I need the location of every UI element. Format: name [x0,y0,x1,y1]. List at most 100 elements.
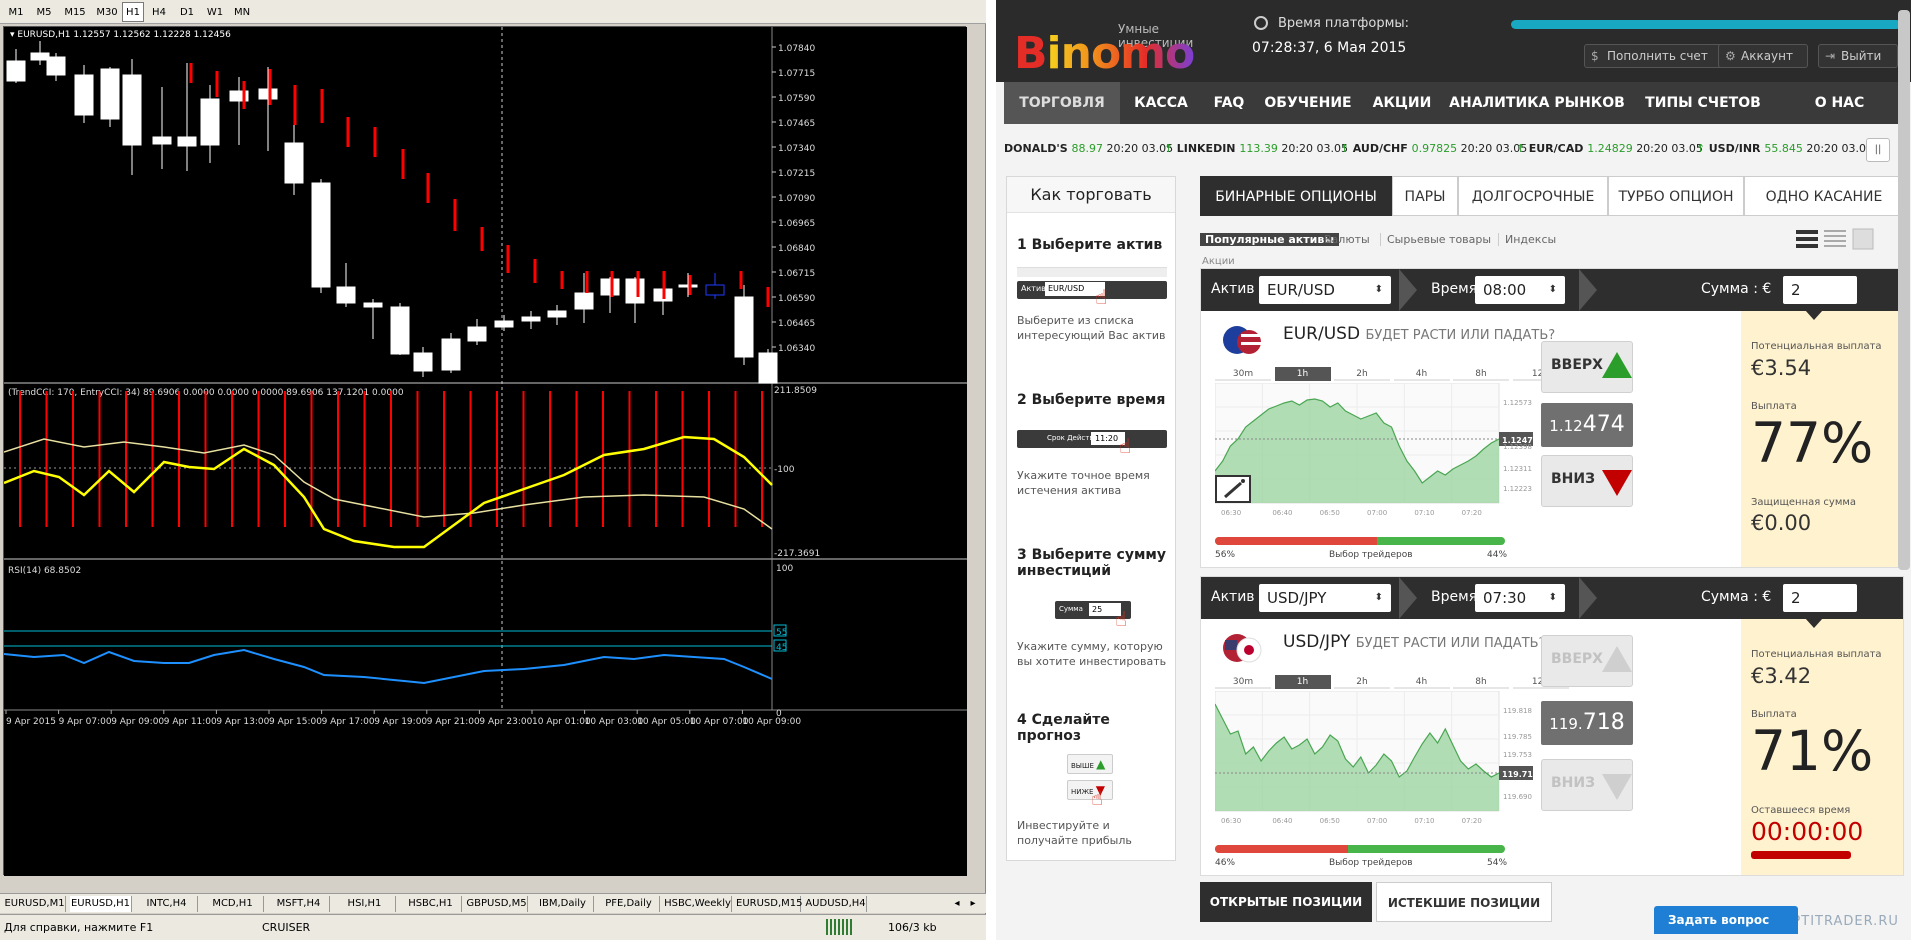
candle-body [311,182,331,288]
chart-tf-8h[interactable]: 8h [1453,675,1509,689]
category-commodities[interactable]: Сырьевые товары [1380,233,1491,246]
tab-long-term[interactable]: ДОЛГОСРОЧНЫЕ [1458,176,1608,216]
chart-tf-1h[interactable]: 1h [1274,367,1331,381]
category-popular[interactable]: Популярные активы [1200,233,1340,246]
symbol-tab[interactable]: HSBC,Weekly [664,896,732,912]
price-tick-label: 1.07840 [778,44,815,54]
chart-timeframes: 30m1h2h4h8h12h [1215,367,1571,381]
timeframe-w1[interactable]: W1 [204,2,226,22]
symbol-tab[interactable]: IBM,Daily [532,896,594,912]
timeframe-mn[interactable]: MN [230,2,254,22]
step-1-illustration: Актив EUR/USD ☝ [1017,261,1167,309]
symbol-tab[interactable]: AUDUSD,H4 [805,896,867,912]
pause-icon[interactable]: || [1866,138,1890,162]
timeframe-m1[interactable]: M1 [4,2,28,22]
tab-binary-options[interactable]: БИНАРНЫЕ ОПЦИОНЫ [1200,176,1392,216]
chart-tf-2h[interactable]: 2h [1334,367,1390,381]
down-button[interactable]: ВНИЗ [1541,455,1633,507]
price-main: 119. [1549,715,1583,733]
chart-tf-4h[interactable]: 4h [1393,367,1450,381]
price-tick-label: 1.07465 [778,119,815,129]
category-stocks[interactable]: Акции [1202,256,1235,267]
nav-education[interactable]: ОБУЧЕНИЕ [1256,82,1360,124]
nav-cashier[interactable]: КАССА [1120,82,1202,124]
tab-pairs[interactable]: ПАРЫ [1392,176,1458,216]
step-2-title: 2 Выберите время [1017,392,1166,408]
mini-x-tick: 07:00 [1367,509,1387,517]
tab-open-positions[interactable]: ОТКРЫТЫЕ ПОЗИЦИИ [1200,882,1372,922]
candle-body [258,88,278,100]
view-compact-icon[interactable] [1824,228,1846,250]
ask-question-button[interactable]: Задать вопрос [1654,906,1798,934]
logout-button[interactable]: ⇥ Выйти [1818,44,1898,68]
symbol-tab[interactable]: MCD,H1 [202,896,264,912]
nav-trading[interactable]: ТОРГОВЛЯ [1004,82,1120,124]
time-select[interactable]: 07:30 ⬍ [1475,584,1565,612]
mini-y-tick: 1.12311 [1503,465,1532,473]
price-chart-area[interactable]: 1.07840 1.07715 1.07590 1.07465 1.07340 1.072… [3,26,967,876]
nav-promotions[interactable]: АКЦИИ [1360,82,1444,124]
chart-tf-30m[interactable]: 30m [1215,675,1271,689]
sum-input[interactable]: 2 [1783,584,1857,612]
chart-tf-4h[interactable]: 4h [1393,675,1450,689]
status-profile: CRUISER [262,921,311,934]
candle-body [152,136,172,145]
timer-bar [1751,851,1851,859]
symbol-tab[interactable]: PFE,Daily [598,896,660,912]
chart-tf-30m[interactable]: 30m [1215,367,1271,381]
timeframe-h1[interactable]: H1 [122,2,144,22]
symbol-tab[interactable]: GBPUSD,M5 [466,896,528,912]
category-indices[interactable]: Индексы [1498,233,1556,246]
price-main: 1.12 [1549,417,1583,435]
asset-select[interactable]: USD/JPY ⬍ [1259,584,1391,612]
tab-turbo[interactable]: ТУРБО ОПЦИОН [1608,176,1744,216]
deposit-button[interactable]: $ Пополнить счет [1584,44,1726,68]
binomo-logo[interactable]: Умные инвестиции Binomo [1008,10,1195,79]
chart-timeframes: 30m1h2h4h8h12h [1215,675,1571,689]
chart-tf-2h[interactable]: 2h [1334,675,1390,689]
account-button[interactable]: ⚙ Аккаунт [1718,44,1808,68]
tab-scroll-left-icon[interactable]: ◂ [950,896,964,912]
magic-wand-icon[interactable] [1215,475,1251,503]
timeframe-m5[interactable]: M5 [32,2,56,22]
symbol-tab[interactable]: EURUSD,M1 [4,896,66,912]
symbol-tab[interactable]: EURUSD,M15 [736,896,802,912]
view-list-icon[interactable] [1796,228,1818,250]
nav-faq[interactable]: FAQ [1202,82,1256,124]
timeframe-m15[interactable]: M15 [60,2,90,22]
step-4-desc: Инвестируйте и получайте прибыль [1017,819,1132,847]
timeframe-m30[interactable]: M30 [92,2,122,22]
mt4-window: M1 M5 M15 M30 H1 H4 D1 W1 MN 1.07840 1.07… [0,0,986,940]
sum-input[interactable]: 2 [1783,276,1857,304]
panel-settings-bar: Актив : EUR/USD ⬍ Время: 08:00 ⬍ Сумма : €2 [1201,269,1903,311]
asset-select[interactable]: EUR/USD ⬍ [1259,276,1391,304]
chart-tf-1h[interactable]: 1h [1274,675,1331,689]
symbol-tab[interactable]: MSFT,H4 [268,896,330,912]
tab-expired-positions[interactable]: ИСТЕКШИЕ ПОЗИЦИИ [1376,882,1552,922]
nav-market-analytics[interactable]: АНАЛИТИКА РЫНКОВ [1444,82,1630,124]
pair-symbol: USD/JPY [1283,632,1356,652]
timeframe-d1[interactable]: D1 [176,2,198,22]
tab-scroll-right-icon[interactable]: ▸ [966,896,980,912]
pair-question: БУДЕТ РАСТИ ИЛИ ПАДАТЬ? [1355,636,1546,651]
up-button[interactable]: ВВЕРХ [1541,635,1633,687]
timeframe-h4[interactable]: H4 [148,2,170,22]
chevron-updown-icon: ⬍ [1374,592,1383,603]
time-select[interactable]: 08:00 ⬍ [1475,276,1565,304]
down-button[interactable]: ВНИЗ [1541,759,1633,811]
chart-tf-8h[interactable]: 8h [1453,367,1509,381]
symbol-tab[interactable]: EURUSD,H1 [70,896,132,912]
tab-one-touch[interactable]: ОДНО КАСАНИЕ [1744,176,1904,216]
symbol-tab[interactable]: HSI,H1 [334,896,396,912]
up-button[interactable]: ВВЕРХ [1541,341,1633,393]
payout-value: €3.42 [1751,664,1812,688]
symbol-tab[interactable]: HSBC,H1 [400,896,462,912]
section-divider [1399,577,1417,619]
category-currencies[interactable]: Валюты [1324,233,1370,246]
symbol-tab[interactable]: INTC,H4 [136,896,198,912]
cci-tick-label: -100 [774,465,795,475]
nav-about[interactable]: О НАС [1776,82,1903,124]
view-grid-icon[interactable] [1852,228,1874,250]
nav-account-types[interactable]: ТИПЫ СЧЕТОВ [1630,82,1776,124]
page-scrollbar[interactable] [1898,10,1910,570]
